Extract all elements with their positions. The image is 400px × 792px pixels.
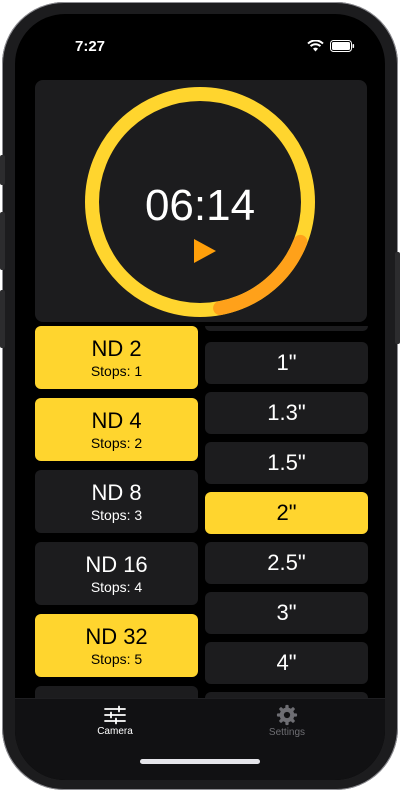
sliders-icon (104, 705, 126, 725)
home-indicator (140, 759, 260, 764)
tab-camera[interactable]: Camera (75, 703, 155, 737)
filter-item-nd2[interactable]: ND 2 Stops: 1 (35, 326, 198, 389)
shutter-time-item[interactable]: 1.5" (205, 442, 368, 484)
shutter-time-item[interactable]: 3" (205, 592, 368, 634)
shutter-time-item[interactable]: 4" (205, 642, 368, 684)
shutter-time-partial[interactable] (205, 326, 368, 331)
status-icons (307, 40, 355, 52)
filter-name: ND 8 (91, 479, 142, 505)
filter-stops: Stops: 3 (90, 506, 143, 523)
filter-name: ND 2 (91, 335, 142, 361)
tab-settings[interactable]: Settings (247, 703, 327, 738)
volume-up-button (0, 212, 5, 270)
screen: 7:27 06:14 ND 2 Stops: 1 ND 4 Stops: 2 N… (15, 14, 385, 780)
filter-name: ND 4 (91, 407, 142, 433)
filter-stops: Stops: 4 (90, 578, 143, 595)
filter-name: ND 32 (85, 623, 148, 649)
play-icon[interactable] (190, 237, 218, 265)
status-bar: 7:27 (15, 14, 385, 64)
shutter-time-item[interactable]: 2" (205, 492, 368, 534)
filter-item-nd32[interactable]: ND 32 Stops: 5 (35, 614, 198, 677)
volume-down-button (0, 290, 5, 348)
filter-item-nd8[interactable]: ND 8 Stops: 3 (35, 470, 198, 533)
shutter-time-item[interactable]: 1.3" (205, 392, 368, 434)
shutter-time-item[interactable]: 2.5" (205, 542, 368, 584)
battery-icon (330, 40, 355, 52)
nd-filter-list[interactable]: ND 2 Stops: 1 ND 4 Stops: 2 ND 8 Stops: … (35, 326, 198, 698)
tab-settings-label: Settings (268, 727, 306, 738)
timer-display: 06:14 (144, 181, 256, 230)
tab-camera-label: Camera (97, 726, 133, 737)
shutter-time-item[interactable]: 1" (205, 342, 368, 384)
gear-icon (276, 704, 298, 726)
wifi-icon (307, 40, 324, 52)
power-button (395, 252, 400, 344)
filter-stops: Stops: 1 (90, 362, 143, 379)
filter-item-nd16[interactable]: ND 16 Stops: 4 (35, 542, 198, 605)
status-time: 7:27 (75, 38, 106, 55)
filter-item-nd4[interactable]: ND 4 Stops: 2 (35, 398, 198, 461)
filter-item-partial[interactable] (35, 686, 198, 698)
filter-name: ND 16 (85, 551, 148, 577)
action-button (0, 155, 5, 185)
tab-bar: Camera Settings (15, 698, 385, 780)
shutter-time-list[interactable]: 1" 1.3" 1.5" 2" 2.5" 3" 4" (205, 326, 368, 698)
filter-stops: Stops: 5 (90, 650, 143, 667)
filter-stops: Stops: 2 (90, 434, 143, 451)
